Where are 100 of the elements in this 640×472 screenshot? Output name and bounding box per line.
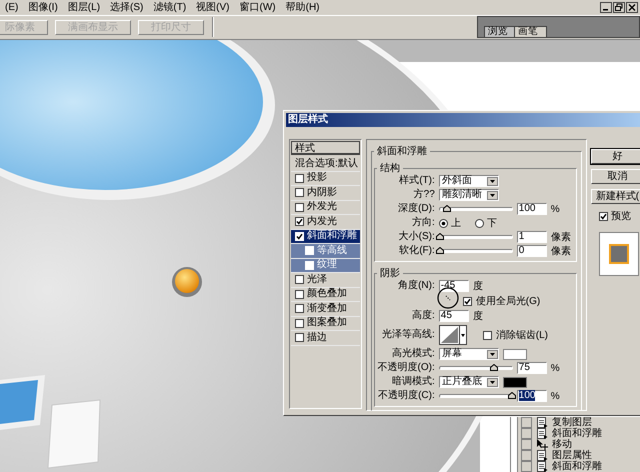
dropdown[interactable]: 正片叠底 (438, 376, 499, 388)
checkbox[interactable] (295, 174, 304, 183)
dropdown-arrow-icon[interactable] (486, 190, 498, 200)
style-list-item[interactable]: 颜色叠加 (291, 288, 360, 302)
palette-tab[interactable]: 画笔 (514, 26, 547, 37)
menu-item[interactable]: 滤镜(T) (148, 0, 192, 14)
checkbox[interactable] (295, 304, 304, 314)
color-swatch[interactable] (502, 376, 527, 388)
slider-track[interactable] (438, 394, 513, 398)
angle-dial[interactable] (436, 287, 459, 309)
field-label: 不透明度(C): (377, 390, 435, 402)
history-item[interactable]: 图层属性 (552, 450, 592, 461)
dialog-button[interactable]: 新建样式( (590, 189, 640, 204)
number-field[interactable]: 75 (516, 362, 547, 374)
checkbox[interactable] (295, 275, 304, 284)
history-item[interactable]: 移动 (552, 439, 572, 450)
menu-item[interactable]: 图层(L) (62, 0, 106, 14)
contour-picker[interactable] (438, 325, 467, 345)
checkbox-label[interactable]: 消除锯齿(L) (496, 328, 548, 342)
radio-label[interactable]: 上 (450, 216, 461, 230)
menu-item[interactable]: (E) (0, 0, 24, 14)
style-list-item[interactable]: 等高线 (291, 244, 360, 258)
radio-button[interactable] (438, 218, 448, 228)
slider-track[interactable] (438, 249, 513, 253)
history-checkbox[interactable] (521, 461, 532, 472)
dropdown[interactable]: 屏幕 (438, 348, 499, 360)
color-swatch[interactable] (502, 348, 527, 360)
field-label: 大小(S): (398, 231, 435, 243)
dropdown-arrow-icon[interactable] (486, 176, 498, 186)
checkbox[interactable] (482, 330, 492, 340)
slider-thumb[interactable] (442, 205, 451, 212)
history-item[interactable]: 斜面和浮雕 (552, 428, 602, 439)
number-field[interactable]: 45 (438, 310, 469, 322)
list-header: 样式 (291, 141, 360, 155)
restore-icon[interactable] (613, 2, 625, 13)
checkbox-label[interactable]: 预览 (610, 209, 631, 223)
group-title: 斜面和浮雕 (376, 146, 428, 157)
history-item[interactable]: 复制图层 (552, 417, 592, 428)
checkbox[interactable] (462, 296, 472, 306)
checkbox[interactable] (295, 318, 304, 328)
slider-track[interactable] (438, 207, 513, 211)
number-field[interactable]: 100 (516, 390, 547, 402)
history-checkbox[interactable] (521, 428, 532, 439)
field-label: 高光模式: (390, 348, 435, 360)
minimize-icon[interactable] (600, 2, 612, 13)
style-list-item[interactable]: 内阴影 (291, 186, 360, 200)
dropdown[interactable]: 外斜面 (438, 175, 499, 187)
checkbox[interactable] (295, 333, 304, 342)
dialog-button[interactable]: 好 (590, 149, 640, 164)
dropdown-arrow-icon[interactable] (486, 350, 498, 358)
slider-thumb[interactable] (436, 233, 444, 240)
number-field[interactable]: -45 (438, 280, 469, 292)
document-icon (536, 461, 548, 472)
dropdown[interactable]: 雕刻清晰 (438, 189, 499, 201)
slider-thumb[interactable] (490, 364, 498, 371)
palette-tab[interactable]: 浏览 (484, 26, 517, 37)
style-list-item[interactable]: 渐变叠加 (291, 302, 360, 316)
dropdown-arrow-icon[interactable] (486, 378, 498, 386)
radio-button[interactable] (474, 218, 484, 228)
menu-item[interactable]: 帮助(H) (280, 0, 324, 14)
style-list-item[interactable]: 图案叠加 (291, 316, 360, 331)
slider-thumb[interactable] (436, 247, 444, 254)
style-list-item[interactable]: 光泽 (291, 273, 360, 288)
dialog-button[interactable]: 取消 (590, 169, 640, 184)
dialog-title: 图层样式 (286, 113, 640, 127)
menu-item[interactable]: 图像(I) (23, 0, 63, 14)
menu-item[interactable]: 视图(V) (191, 0, 234, 14)
field-label: 光泽等高线: (380, 329, 435, 341)
slider-track[interactable] (438, 366, 513, 370)
slider-thumb[interactable] (508, 392, 516, 399)
field-label: 软化(F): (398, 245, 435, 257)
number-field[interactable]: 0 (516, 245, 547, 257)
unit-label: 度 (472, 280, 483, 293)
unit-label: 像素 (550, 230, 571, 244)
menu-item[interactable]: 选择(S) (105, 0, 148, 14)
unit-label: 度 (472, 310, 483, 323)
number-field[interactable]: 1 (516, 231, 547, 243)
close-icon[interactable] (626, 2, 638, 13)
checkbox[interactable] (598, 212, 608, 220)
checkbox[interactable] (295, 217, 304, 226)
field-label: 不透明度(O): (376, 362, 435, 374)
style-list-item[interactable]: 混合选项:默认 (291, 157, 360, 172)
history-item[interactable]: 斜面和浮雕 (552, 461, 602, 472)
radio-label[interactable]: 下 (486, 216, 497, 230)
style-list-item[interactable]: 纹理 (291, 258, 360, 273)
style-list-item[interactable]: 描边 (291, 331, 360, 346)
slider-track[interactable] (438, 235, 513, 239)
document-icon (536, 450, 548, 461)
style-list-item[interactable]: 外发光 (291, 200, 360, 215)
number-field[interactable]: 100 (516, 203, 547, 215)
checkbox[interactable] (295, 202, 304, 212)
history-checkbox[interactable] (521, 439, 532, 450)
checkbox[interactable] (295, 290, 304, 299)
style-list-item[interactable]: 投影 (291, 172, 360, 186)
style-list-item[interactable]: 斜面和浮雕 (291, 230, 360, 244)
history-checkbox[interactable] (521, 417, 532, 428)
history-checkbox[interactable] (521, 450, 532, 461)
checkbox[interactable] (295, 188, 304, 198)
checkbox-label[interactable]: 使用全局光(G) (476, 294, 540, 308)
menu-item[interactable]: 窗口(W) (234, 0, 281, 14)
